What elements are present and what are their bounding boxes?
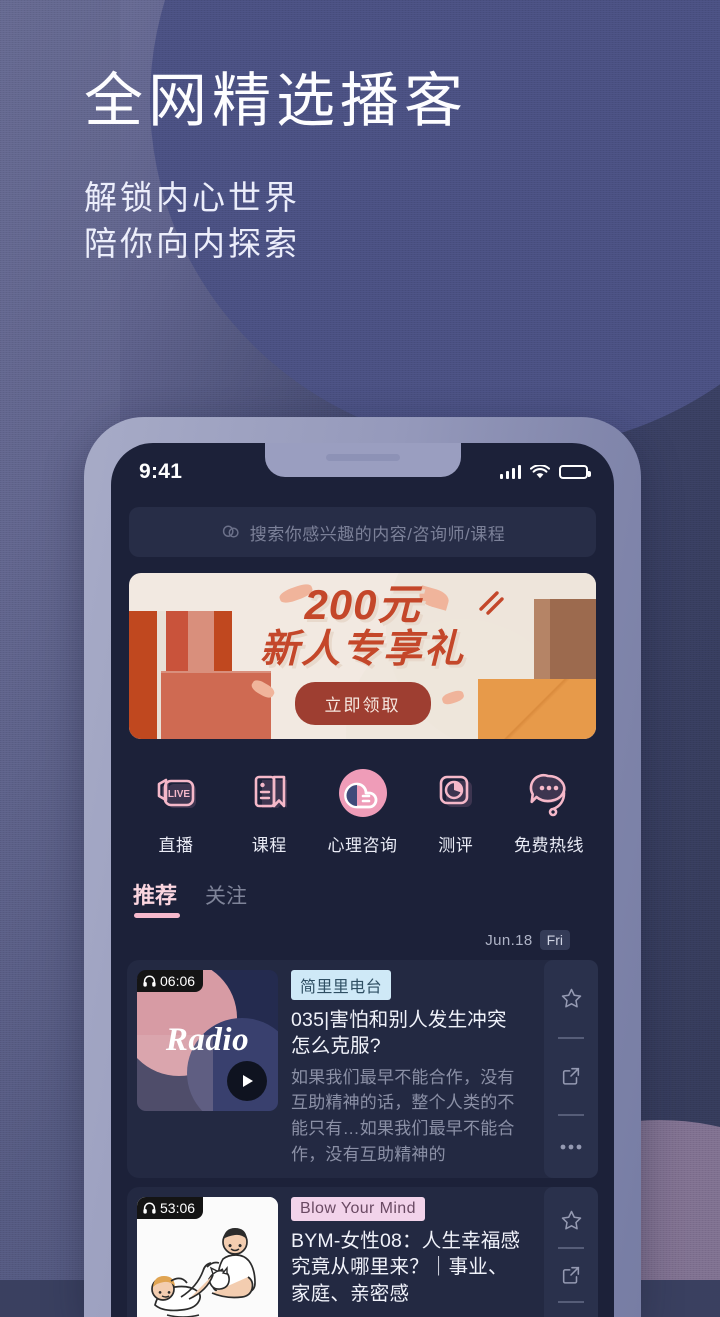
feed-date: Jun.18 xyxy=(485,931,533,949)
tab-recommend[interactable]: 推荐 xyxy=(133,878,181,918)
card-thumbnail[interactable]: Radio 06:06 xyxy=(137,970,278,1111)
quicknav-item-assessment[interactable]: 测评 xyxy=(413,769,499,856)
phone-screen: 9:41 搜索你感兴趣的内容/咨询师/课程 200元 新人专享礼 立即领取 LI… xyxy=(111,443,614,1317)
card-source-badge[interactable]: 简里里电台 xyxy=(291,970,392,1000)
card-source-badge[interactable]: Blow Your Mind xyxy=(291,1196,425,1221)
tab-following[interactable]: 关注 xyxy=(205,880,247,918)
feed-tabs: 推荐 关注 xyxy=(133,878,592,918)
quicknav-label-assessment: 测评 xyxy=(438,836,474,855)
play-icon[interactable] xyxy=(227,1061,267,1101)
action-divider xyxy=(558,1301,584,1303)
quicknav-item-live[interactable]: LIVE 直播 xyxy=(133,769,219,856)
banner-price: 200元 xyxy=(304,581,421,628)
poster-subline-2: 陪你向内探索 xyxy=(84,225,300,263)
feed-list: Radio 06:06 简里里电台 035|害怕和别人发生冲突怎么克服? 如果我… xyxy=(111,950,614,1317)
feed-date-row: Jun.18 Fri xyxy=(133,920,592,950)
banner-cta-button[interactable]: 立即领取 xyxy=(294,682,431,725)
card-duration-text: 53:06 xyxy=(160,1199,196,1216)
poster-text-block: 全网精选播客 解锁内心世界 陪你向内探索 xyxy=(84,70,468,268)
card-title: BYM-女性08：人生幸福感究竟从哪里来？｜事业、家庭、亲密感 xyxy=(291,1229,521,1305)
phone-mockup: 9:41 搜索你感兴趣的内容/咨询师/课程 200元 新人专享礼 立即领取 LI… xyxy=(84,417,641,1317)
quicknav-item-counseling[interactable]: 心理咨询 xyxy=(320,769,406,856)
card-action-column xyxy=(544,960,598,1178)
share-icon[interactable] xyxy=(560,1264,582,1286)
promo-banner[interactable]: 200元 新人专享礼 立即领取 xyxy=(129,573,596,739)
headphone-icon xyxy=(143,1202,156,1214)
share-icon[interactable] xyxy=(560,1065,582,1087)
search-placeholder: 搜索你感兴趣的内容/咨询师/课程 xyxy=(249,524,506,544)
card-duration-badge: 53:06 xyxy=(137,1196,204,1219)
feed-card[interactable]: Radio 06:06 简里里电台 035|害怕和别人发生冲突怎么克服? 如果我… xyxy=(127,960,598,1178)
battery-icon xyxy=(559,464,591,480)
svg-text:LIVE: LIVE xyxy=(168,789,191,800)
quick-nav-row: LIVE 直播 课程 心理咨询 测评 免费热线 xyxy=(111,739,614,864)
headphone-icon xyxy=(143,975,156,987)
card-duration-text: 06:06 xyxy=(160,973,196,989)
brand-search-icon xyxy=(220,523,241,542)
more-dots-icon[interactable] xyxy=(559,1143,583,1151)
feed-weekday-badge: Fri xyxy=(539,930,570,950)
headset-chat-icon xyxy=(506,769,592,819)
feed-header: 推荐 关注 Jun.18 Fri xyxy=(111,864,614,950)
card-action-column xyxy=(544,1186,598,1317)
action-divider xyxy=(558,1037,584,1039)
card-body: 简里里电台 035|害怕和别人发生冲突怎么克服? 如果我们最早不能合作，没有互助… xyxy=(291,970,531,1168)
poster-headline: 全网精选播客 xyxy=(84,68,469,134)
star-icon[interactable] xyxy=(560,987,583,1010)
pie-chart-icon xyxy=(413,769,499,819)
status-icons xyxy=(499,464,591,480)
card-title: 035|害怕和别人发生冲突怎么克服? xyxy=(291,1009,507,1058)
book-icon xyxy=(226,769,312,819)
card-body: Blow Your Mind BYM-女性08：人生幸福感究竟从哪里来？｜事业、… xyxy=(291,1196,531,1317)
status-bar: 9:41 xyxy=(111,443,614,501)
cellular-signal-icon xyxy=(499,465,521,479)
quicknav-item-hotline[interactable]: 免费热线 xyxy=(506,769,592,856)
card-description: 如果我们最早不能合作，没有互助精神的话，整个人类的不能只有…如果我们最早不能合作… xyxy=(291,1067,515,1165)
quicknav-label-live: 直播 xyxy=(158,836,194,855)
banner-text-block: 200元 新人专享礼 xyxy=(129,581,596,672)
radio-artwork-word: Radio xyxy=(165,1022,250,1058)
search-input[interactable]: 搜索你感兴趣的内容/咨询师/课程 xyxy=(129,507,596,557)
action-divider xyxy=(558,1114,584,1116)
poster-subheadline-block: 解锁内心世界 陪你向内探索 xyxy=(84,175,468,269)
feed-card[interactable]: 53:06 Blow Your Mind BYM-女性08：人生幸福感究竟从哪里… xyxy=(127,1186,598,1317)
card-thumbnail[interactable]: 53:06 xyxy=(137,1196,278,1317)
quicknav-label-hotline: 免费热线 xyxy=(514,836,584,855)
counseling-bubble-icon xyxy=(320,769,406,819)
card-duration-badge: 06:06 xyxy=(137,970,204,992)
status-time: 9:41 xyxy=(139,460,183,483)
quicknav-label-course: 课程 xyxy=(251,836,287,855)
live-camera-icon: LIVE xyxy=(133,769,219,819)
quicknav-label-counseling: 心理咨询 xyxy=(327,836,398,855)
poster-subline-1: 解锁内心世界 xyxy=(84,178,300,216)
banner-headline: 新人专享礼 xyxy=(259,628,465,672)
star-icon[interactable] xyxy=(560,1209,583,1232)
wifi-icon xyxy=(530,464,550,480)
banner-decor-right-4 xyxy=(478,679,596,739)
action-divider xyxy=(558,1247,584,1249)
quicknav-item-course[interactable]: 课程 xyxy=(226,769,312,856)
